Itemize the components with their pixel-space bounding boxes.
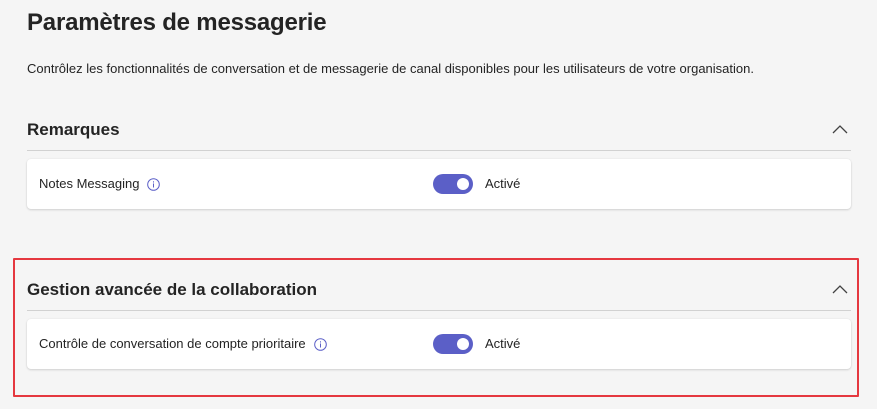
- section-remarques: Remarques Notes Messaging Activé: [27, 110, 851, 209]
- toggle-state-label: Activé: [485, 176, 521, 191]
- toggle-knob: [457, 178, 469, 190]
- page-description: Contrôlez les fonctionnalités de convers…: [27, 61, 754, 76]
- section-header[interactable]: Gestion avancée de la collaboration: [27, 270, 851, 311]
- section-gestion-avancee: Gestion avancée de la collaboration Cont…: [27, 270, 851, 369]
- setting-card-notes-messaging: Notes Messaging Activé: [27, 159, 851, 209]
- toggle-knob: [457, 338, 469, 350]
- notes-messaging-toggle[interactable]: [433, 174, 473, 194]
- page-title: Paramètres de messagerie: [27, 9, 327, 36]
- chevron-up-icon[interactable]: [831, 282, 849, 296]
- setting-label: Notes Messaging: [39, 176, 140, 191]
- section-title: Gestion avancée de la collaboration: [27, 280, 318, 299]
- info-icon[interactable]: [147, 177, 161, 191]
- chevron-up-icon[interactable]: [831, 122, 849, 136]
- toggle-state-label: Activé: [485, 336, 521, 351]
- info-icon[interactable]: [313, 337, 327, 351]
- section-header[interactable]: Remarques: [27, 110, 851, 151]
- section-title: Remarques: [27, 120, 120, 139]
- setting-label: Contrôle de conversation de compte prior…: [39, 336, 306, 351]
- setting-card-priority-account: Contrôle de conversation de compte prior…: [27, 319, 851, 369]
- priority-account-toggle[interactable]: [433, 334, 473, 354]
